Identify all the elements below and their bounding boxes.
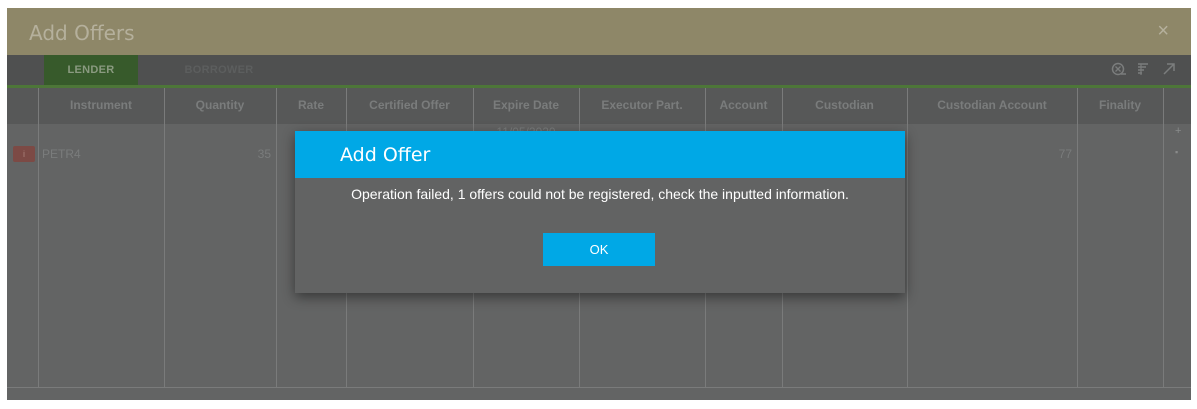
dialog-header: Add Offer [295, 131, 905, 178]
column-divider [1163, 88, 1164, 388]
column-divider [164, 88, 165, 388]
tab-bar: LENDER BORROWER [7, 55, 1191, 88]
col-certified-offer[interactable]: Certified Offer [346, 88, 473, 124]
clear-filter-icon[interactable] [1111, 61, 1127, 80]
dialog-title: Add Offer [340, 144, 431, 166]
table-header: Instrument Quantity Rate Certified Offer… [7, 88, 1191, 124]
cell-custodian-account[interactable]: 77 [1027, 147, 1072, 161]
tab-lender[interactable]: LENDER [44, 55, 138, 85]
column-divider [38, 88, 39, 388]
cell-quantity[interactable]: 35 [237, 147, 271, 161]
dialog-message: Operation failed, 1 offers could not be … [351, 186, 849, 202]
column-divider [276, 88, 277, 388]
add-offer-dialog: Add Offer Operation failed, 1 offers cou… [295, 131, 905, 293]
col-finality[interactable]: Finality [1077, 88, 1163, 124]
delete-row-icon[interactable]: ▪ [1175, 147, 1178, 157]
tab-borrower[interactable]: BORROWER [169, 55, 269, 85]
window-titlebar: Add Offers × [7, 8, 1191, 55]
info-badge[interactable]: i [13, 146, 35, 162]
col-executor-part[interactable]: Executor Part. [579, 88, 705, 124]
col-expire-date[interactable]: Expire Date [473, 88, 579, 124]
col-custodian[interactable]: Custodian [782, 88, 907, 124]
column-divider [907, 88, 908, 388]
col-quantity[interactable]: Quantity [164, 88, 276, 124]
col-instrument[interactable]: Instrument [38, 88, 164, 124]
ok-button[interactable]: OK [543, 233, 655, 266]
window-title: Add Offers [29, 21, 135, 45]
expand-arrow-icon[interactable] [1161, 61, 1177, 80]
add-row-icon[interactable]: + [1175, 125, 1181, 137]
col-rate[interactable]: Rate [276, 88, 346, 124]
col-custodian-account[interactable]: Custodian Account [907, 88, 1077, 124]
cell-instrument[interactable]: PETR4 [42, 147, 81, 161]
close-icon[interactable]: × [1157, 20, 1169, 43]
column-divider [1077, 88, 1078, 388]
table-bottom-border [7, 387, 1191, 388]
filter-list-icon[interactable] [1136, 61, 1150, 80]
col-account[interactable]: Account [705, 88, 782, 124]
